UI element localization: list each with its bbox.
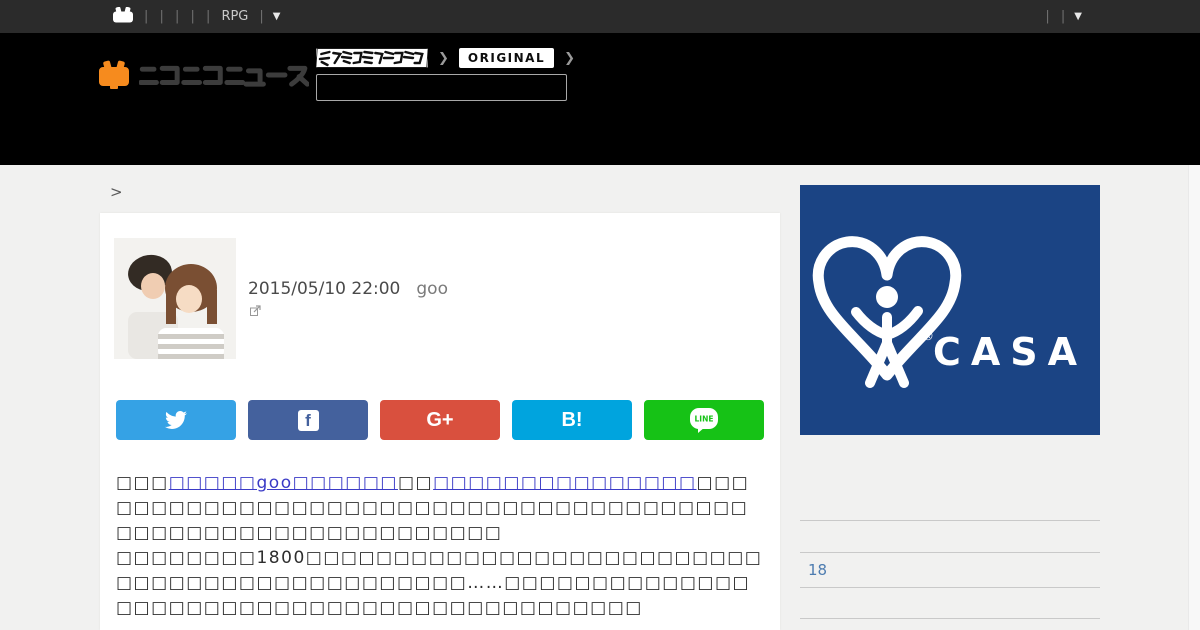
twitter-share-button[interactable] [116,400,236,440]
sidebar-item-link-18[interactable]: 18 [800,553,835,579]
external-link-icon[interactable] [250,301,261,320]
breadcrumb: > [110,183,123,201]
top-bar-left: | | | | | RPG | ▼ [112,6,281,27]
article-date: 2015/05/10 22:00 [248,279,401,299]
casa-logo: ® CASA [812,236,1087,388]
article-paragraph-1: □□□□□□□□goo□□□□□□□□□□□□□□□□□□□□□□□□□□□□□… [116,471,764,546]
inline-link-1[interactable]: □□□□□goo□□□□□□ [169,473,398,493]
hatena-share-button[interactable]: B! [512,400,632,440]
facebook-share-button[interactable]: f [248,400,368,440]
chevron-right-icon: ❯ [438,50,449,66]
page: | | | | | RPG | ▼ | | ▼ ❯ ORIGINAL ❯ > 2… [0,0,1200,630]
googleplus-share-button[interactable]: G+ [380,400,500,440]
article-meta: 2015/05/10 22:00 goo [248,279,448,299]
niconico-news-logo[interactable] [97,60,309,90]
googleplus-icon: G+ [426,408,454,431]
sidebar-list: 18 [800,435,1100,619]
page-scrollbar[interactable] [1188,165,1200,630]
sidebar-list-item: 18 [800,553,1100,588]
chevron-right-icon: ❯ [564,50,576,66]
menu-dropdown-arrow-icon[interactable]: ▼ [273,11,281,22]
menu-separators-right: | | [1045,9,1066,24]
top-bar: | | | | | RPG | ▼ | | ▼ [0,0,1200,33]
account-dropdown-arrow-icon[interactable]: ▼ [1074,11,1082,22]
menu-item-rpg[interactable]: RPG [221,9,248,24]
niconico-tv-orange-icon [99,60,129,89]
casa-figure-head [876,286,898,308]
article-paragraph-2: □□□□□□□□1800□□□□□□□□□□□□□□□□□□□□□□□□□□□□… [116,546,764,621]
sidebar-list-item [800,521,1100,553]
line-share-button[interactable]: LINE [644,400,764,440]
top-bar-right: | | ▼ [1045,9,1082,24]
breadcrumb-chevron: > [110,183,123,201]
denfami-nicogamer-badge[interactable] [316,48,428,68]
casa-ad-banner[interactable]: ® CASA [800,185,1100,435]
menu-separators: | | | | | [144,9,211,24]
sidebar-list-item [800,435,1100,521]
channel-badges: ❯ ORIGINAL ❯ [316,48,585,68]
paragraph-text: □□ [397,473,434,493]
niconico-news-logotype [139,65,309,87]
inline-link-2[interactable]: □□□□□□□□□□□□□□□ [433,473,696,493]
article-thumbnail[interactable] [114,238,236,359]
article-source: goo [416,279,448,299]
twitter-bird-icon [165,411,187,429]
site-header: ❯ ORIGINAL ❯ [0,33,1200,165]
paragraph-text: □□□□□□□□1800□□□□□□□□□□□□□□□□□□□□□□□□□□□□… [116,548,763,618]
menu-separator: | [259,9,264,24]
sidebar-list-item [800,588,1100,619]
original-badge[interactable]: ORIGINAL [458,48,555,68]
niconico-tv-icon[interactable] [112,6,134,27]
search-input[interactable] [316,74,567,101]
paragraph-text: □□□ [116,473,169,493]
share-buttons: f G+ B! LINE [116,400,764,440]
svg-text:LINE: LINE [695,414,714,423]
facebook-f-icon: f [297,409,319,431]
line-bubble-icon: LINE [690,407,718,433]
sidebar-item-label [800,441,816,449]
article-card: 2015/05/10 22:00 goo f G+ B! LINE □□□□□□… [100,213,780,630]
sidebar-item-label [800,594,816,602]
sidebar-item-label [800,527,816,535]
hatena-b-icon: B! [561,408,583,431]
casa-wordmark: CASA [933,330,1087,374]
